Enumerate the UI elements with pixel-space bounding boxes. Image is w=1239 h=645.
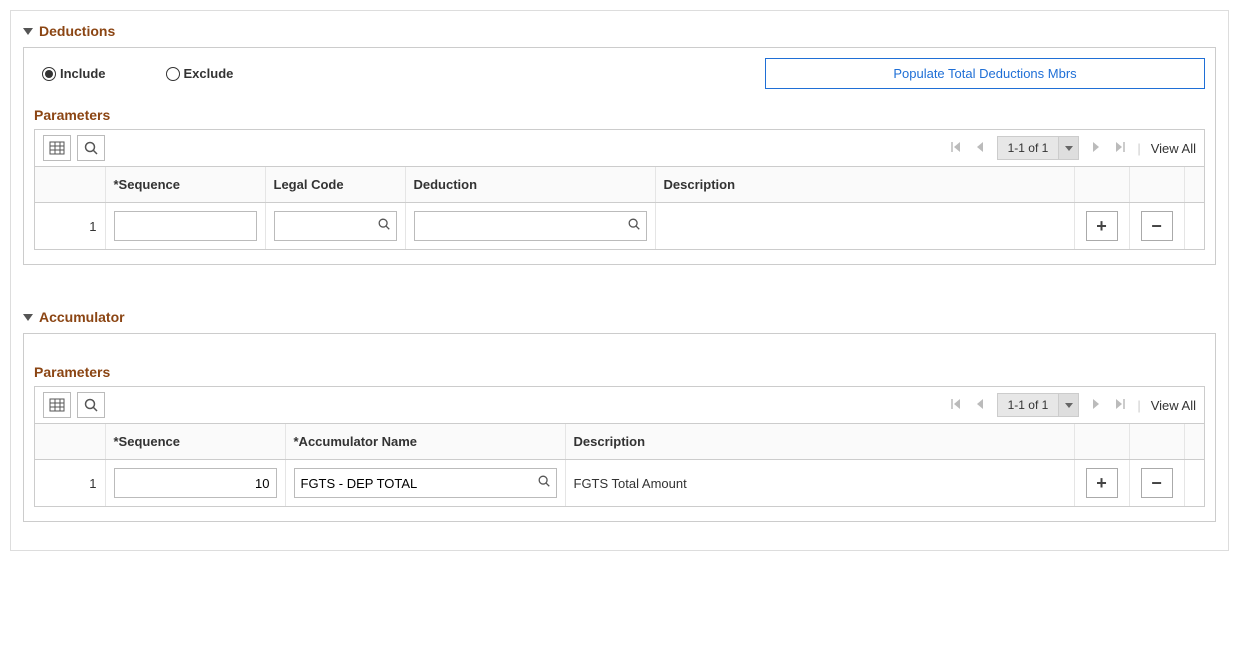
col-rownum bbox=[35, 424, 105, 460]
search-icon[interactable] bbox=[377, 217, 391, 235]
exclude-label: Exclude bbox=[184, 66, 234, 81]
grid-find-button[interactable] bbox=[77, 392, 105, 418]
deductions-grid-toolbar: 1-1 of 1 | View All bbox=[35, 130, 1204, 167]
search-icon[interactable] bbox=[627, 217, 641, 235]
page-range-text: 1-1 of 1 bbox=[998, 138, 1059, 158]
next-page-button[interactable] bbox=[1089, 141, 1103, 156]
col-spacer bbox=[1184, 167, 1204, 203]
radio-icon bbox=[42, 67, 56, 81]
accumulator-parameters-label: Parameters bbox=[34, 364, 1205, 380]
page-range-select[interactable]: 1-1 of 1 bbox=[997, 393, 1080, 417]
col-spacer bbox=[1184, 424, 1204, 460]
include-radio[interactable]: Include bbox=[42, 66, 106, 81]
radio-icon bbox=[166, 67, 180, 81]
col-description[interactable]: Description bbox=[655, 167, 1074, 203]
grid-icon bbox=[49, 140, 65, 156]
sequence-input[interactable] bbox=[114, 468, 277, 498]
sequence-input[interactable] bbox=[114, 211, 257, 241]
grid-icon bbox=[49, 397, 65, 413]
first-page-button[interactable] bbox=[949, 141, 963, 156]
col-add bbox=[1074, 167, 1129, 203]
deductions-section-toggle[interactable]: Deductions bbox=[23, 23, 1216, 39]
view-all-link[interactable]: View All bbox=[1151, 141, 1196, 156]
row-number: 1 bbox=[35, 460, 105, 507]
last-page-button[interactable] bbox=[1113, 141, 1127, 156]
add-row-button[interactable]: + bbox=[1086, 211, 1118, 241]
col-legal-code[interactable]: Legal Code bbox=[265, 167, 405, 203]
delete-row-button[interactable]: − bbox=[1141, 211, 1173, 241]
accumulator-grid: 1-1 of 1 | View All bbox=[34, 386, 1205, 507]
next-page-button[interactable] bbox=[1089, 398, 1103, 413]
search-icon bbox=[83, 397, 99, 413]
accumulator-name-input[interactable] bbox=[294, 468, 557, 498]
separator: | bbox=[1137, 398, 1140, 413]
populate-deductions-button[interactable]: Populate Total Deductions Mbrs bbox=[765, 58, 1205, 89]
first-page-button[interactable] bbox=[949, 398, 963, 413]
separator: | bbox=[1137, 141, 1140, 156]
accumulator-section-toggle[interactable]: Accumulator bbox=[23, 309, 1216, 325]
table-row: 1 bbox=[35, 203, 1204, 250]
grid-personalize-button[interactable] bbox=[43, 135, 71, 161]
col-delete bbox=[1129, 424, 1184, 460]
collapse-icon bbox=[23, 314, 33, 321]
delete-row-button[interactable]: − bbox=[1141, 468, 1173, 498]
col-rownum bbox=[35, 167, 105, 203]
collapse-icon bbox=[23, 28, 33, 35]
prev-page-button[interactable] bbox=[973, 398, 987, 413]
deductions-parameters-label: Parameters bbox=[34, 107, 1205, 123]
deduction-input[interactable] bbox=[414, 211, 647, 241]
col-description[interactable]: Description bbox=[565, 424, 1074, 460]
chevron-down-icon bbox=[1058, 137, 1078, 159]
row-number: 1 bbox=[35, 203, 105, 250]
grid-find-button[interactable] bbox=[77, 135, 105, 161]
last-page-button[interactable] bbox=[1113, 398, 1127, 413]
accumulator-body: Parameters bbox=[23, 333, 1216, 522]
description-cell: FGTS Total Amount bbox=[565, 460, 1074, 507]
col-delete bbox=[1129, 167, 1184, 203]
col-deduction[interactable]: Deduction bbox=[405, 167, 655, 203]
table-row: 1 FGTS Total Amount + − bbox=[35, 460, 1204, 507]
deductions-body: Include Exclude Populate Total Deduction… bbox=[23, 47, 1216, 265]
page-range-select[interactable]: 1-1 of 1 bbox=[997, 136, 1080, 160]
prev-page-button[interactable] bbox=[973, 141, 987, 156]
accumulator-grid-toolbar: 1-1 of 1 | View All bbox=[35, 387, 1204, 424]
col-add bbox=[1074, 424, 1129, 460]
deductions-title: Deductions bbox=[39, 23, 115, 39]
page-range-text: 1-1 of 1 bbox=[998, 395, 1059, 415]
main-container: Deductions Include Exclude Populate Tota… bbox=[10, 10, 1229, 551]
search-icon[interactable] bbox=[537, 474, 551, 492]
add-row-button[interactable]: + bbox=[1086, 468, 1118, 498]
grid-personalize-button[interactable] bbox=[43, 392, 71, 418]
col-sequence[interactable]: *Sequence bbox=[105, 424, 285, 460]
chevron-down-icon bbox=[1058, 394, 1078, 416]
description-cell bbox=[655, 203, 1074, 250]
exclude-radio[interactable]: Exclude bbox=[166, 66, 234, 81]
include-label: Include bbox=[60, 66, 106, 81]
deductions-radios: Include Exclude bbox=[34, 66, 233, 81]
view-all-link[interactable]: View All bbox=[1151, 398, 1196, 413]
deductions-grid: 1-1 of 1 | View All bbox=[34, 129, 1205, 250]
col-acc-name[interactable]: *Accumulator Name bbox=[285, 424, 565, 460]
deductions-top-row: Include Exclude Populate Total Deduction… bbox=[34, 58, 1205, 89]
accumulator-title: Accumulator bbox=[39, 309, 125, 325]
col-sequence[interactable]: *Sequence bbox=[105, 167, 265, 203]
search-icon bbox=[83, 140, 99, 156]
accumulator-table: *Sequence *Accumulator Name Description … bbox=[35, 424, 1204, 506]
deductions-table: *Sequence Legal Code Deduction Descripti… bbox=[35, 167, 1204, 249]
